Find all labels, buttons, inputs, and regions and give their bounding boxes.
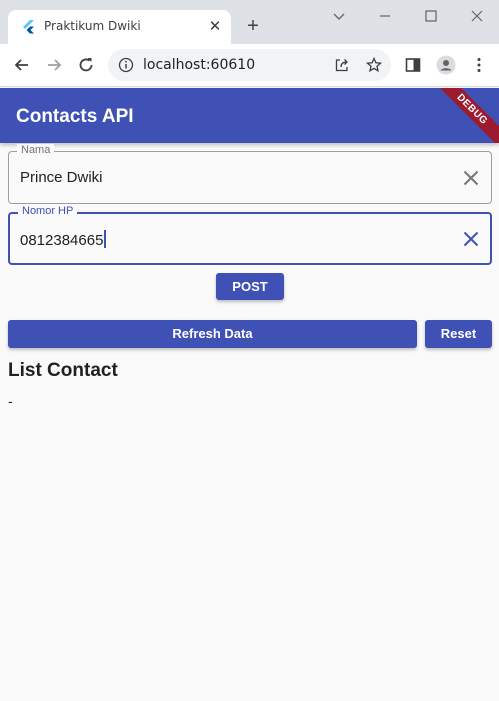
minimize-icon[interactable] xyxy=(377,8,393,24)
refresh-data-button[interactable]: Refresh Data xyxy=(8,320,417,348)
nama-input[interactable]: Prince Dwiki xyxy=(20,169,103,186)
menu-kebab-icon[interactable] xyxy=(469,55,489,75)
maximize-icon[interactable] xyxy=(423,8,439,24)
app-title: Contacts API xyxy=(16,106,134,127)
share-icon[interactable] xyxy=(334,57,350,73)
nama-field[interactable]: Nama Prince Dwiki xyxy=(8,144,492,204)
back-icon[interactable] xyxy=(12,55,32,75)
browser-toolbar: localhost:60610 xyxy=(0,44,499,87)
list-empty-text: - xyxy=(8,393,13,409)
bookmark-star-icon[interactable] xyxy=(366,57,382,73)
new-tab-icon[interactable]: + xyxy=(243,16,263,36)
clear-nomor-hp-icon[interactable] xyxy=(461,229,481,249)
debug-banner: DEBUG xyxy=(439,88,499,143)
list-contact-title: List Contact xyxy=(8,360,118,381)
text-caret xyxy=(104,230,106,248)
forward-icon[interactable] xyxy=(44,55,64,75)
site-info-icon[interactable] xyxy=(118,57,134,73)
side-panel-icon[interactable] xyxy=(403,55,423,75)
url-text: localhost:60610 xyxy=(143,57,256,73)
debug-banner-label: DEBUG xyxy=(439,88,499,143)
nomor-hp-field[interactable]: Nomor HP 0812384665 xyxy=(8,205,492,265)
nomor-hp-input[interactable]: 0812384665 xyxy=(20,230,106,249)
clear-nama-icon[interactable] xyxy=(461,168,481,188)
profile-avatar-icon[interactable] xyxy=(436,55,456,75)
tab-search-chevron-icon[interactable] xyxy=(331,8,347,24)
post-button[interactable]: POST xyxy=(216,273,284,300)
tab-close-icon[interactable]: ✕ xyxy=(206,18,224,36)
address-bar[interactable]: localhost:60610 xyxy=(108,49,391,81)
browser-tabstrip: Praktikum Dwiki ✕ + xyxy=(0,0,499,44)
reset-button[interactable]: Reset xyxy=(425,320,492,348)
app-bar: Contacts API xyxy=(0,88,499,143)
nomor-hp-value: 0812384665 xyxy=(20,232,104,249)
nomor-hp-label: Nomor HP xyxy=(18,205,78,217)
reload-icon[interactable] xyxy=(76,55,96,75)
browser-tab[interactable]: Praktikum Dwiki ✕ xyxy=(8,10,231,44)
flutter-icon xyxy=(23,20,34,34)
nama-label: Nama xyxy=(17,144,55,156)
window-close-icon[interactable] xyxy=(469,8,485,24)
tab-title: Praktikum Dwiki xyxy=(44,19,141,33)
